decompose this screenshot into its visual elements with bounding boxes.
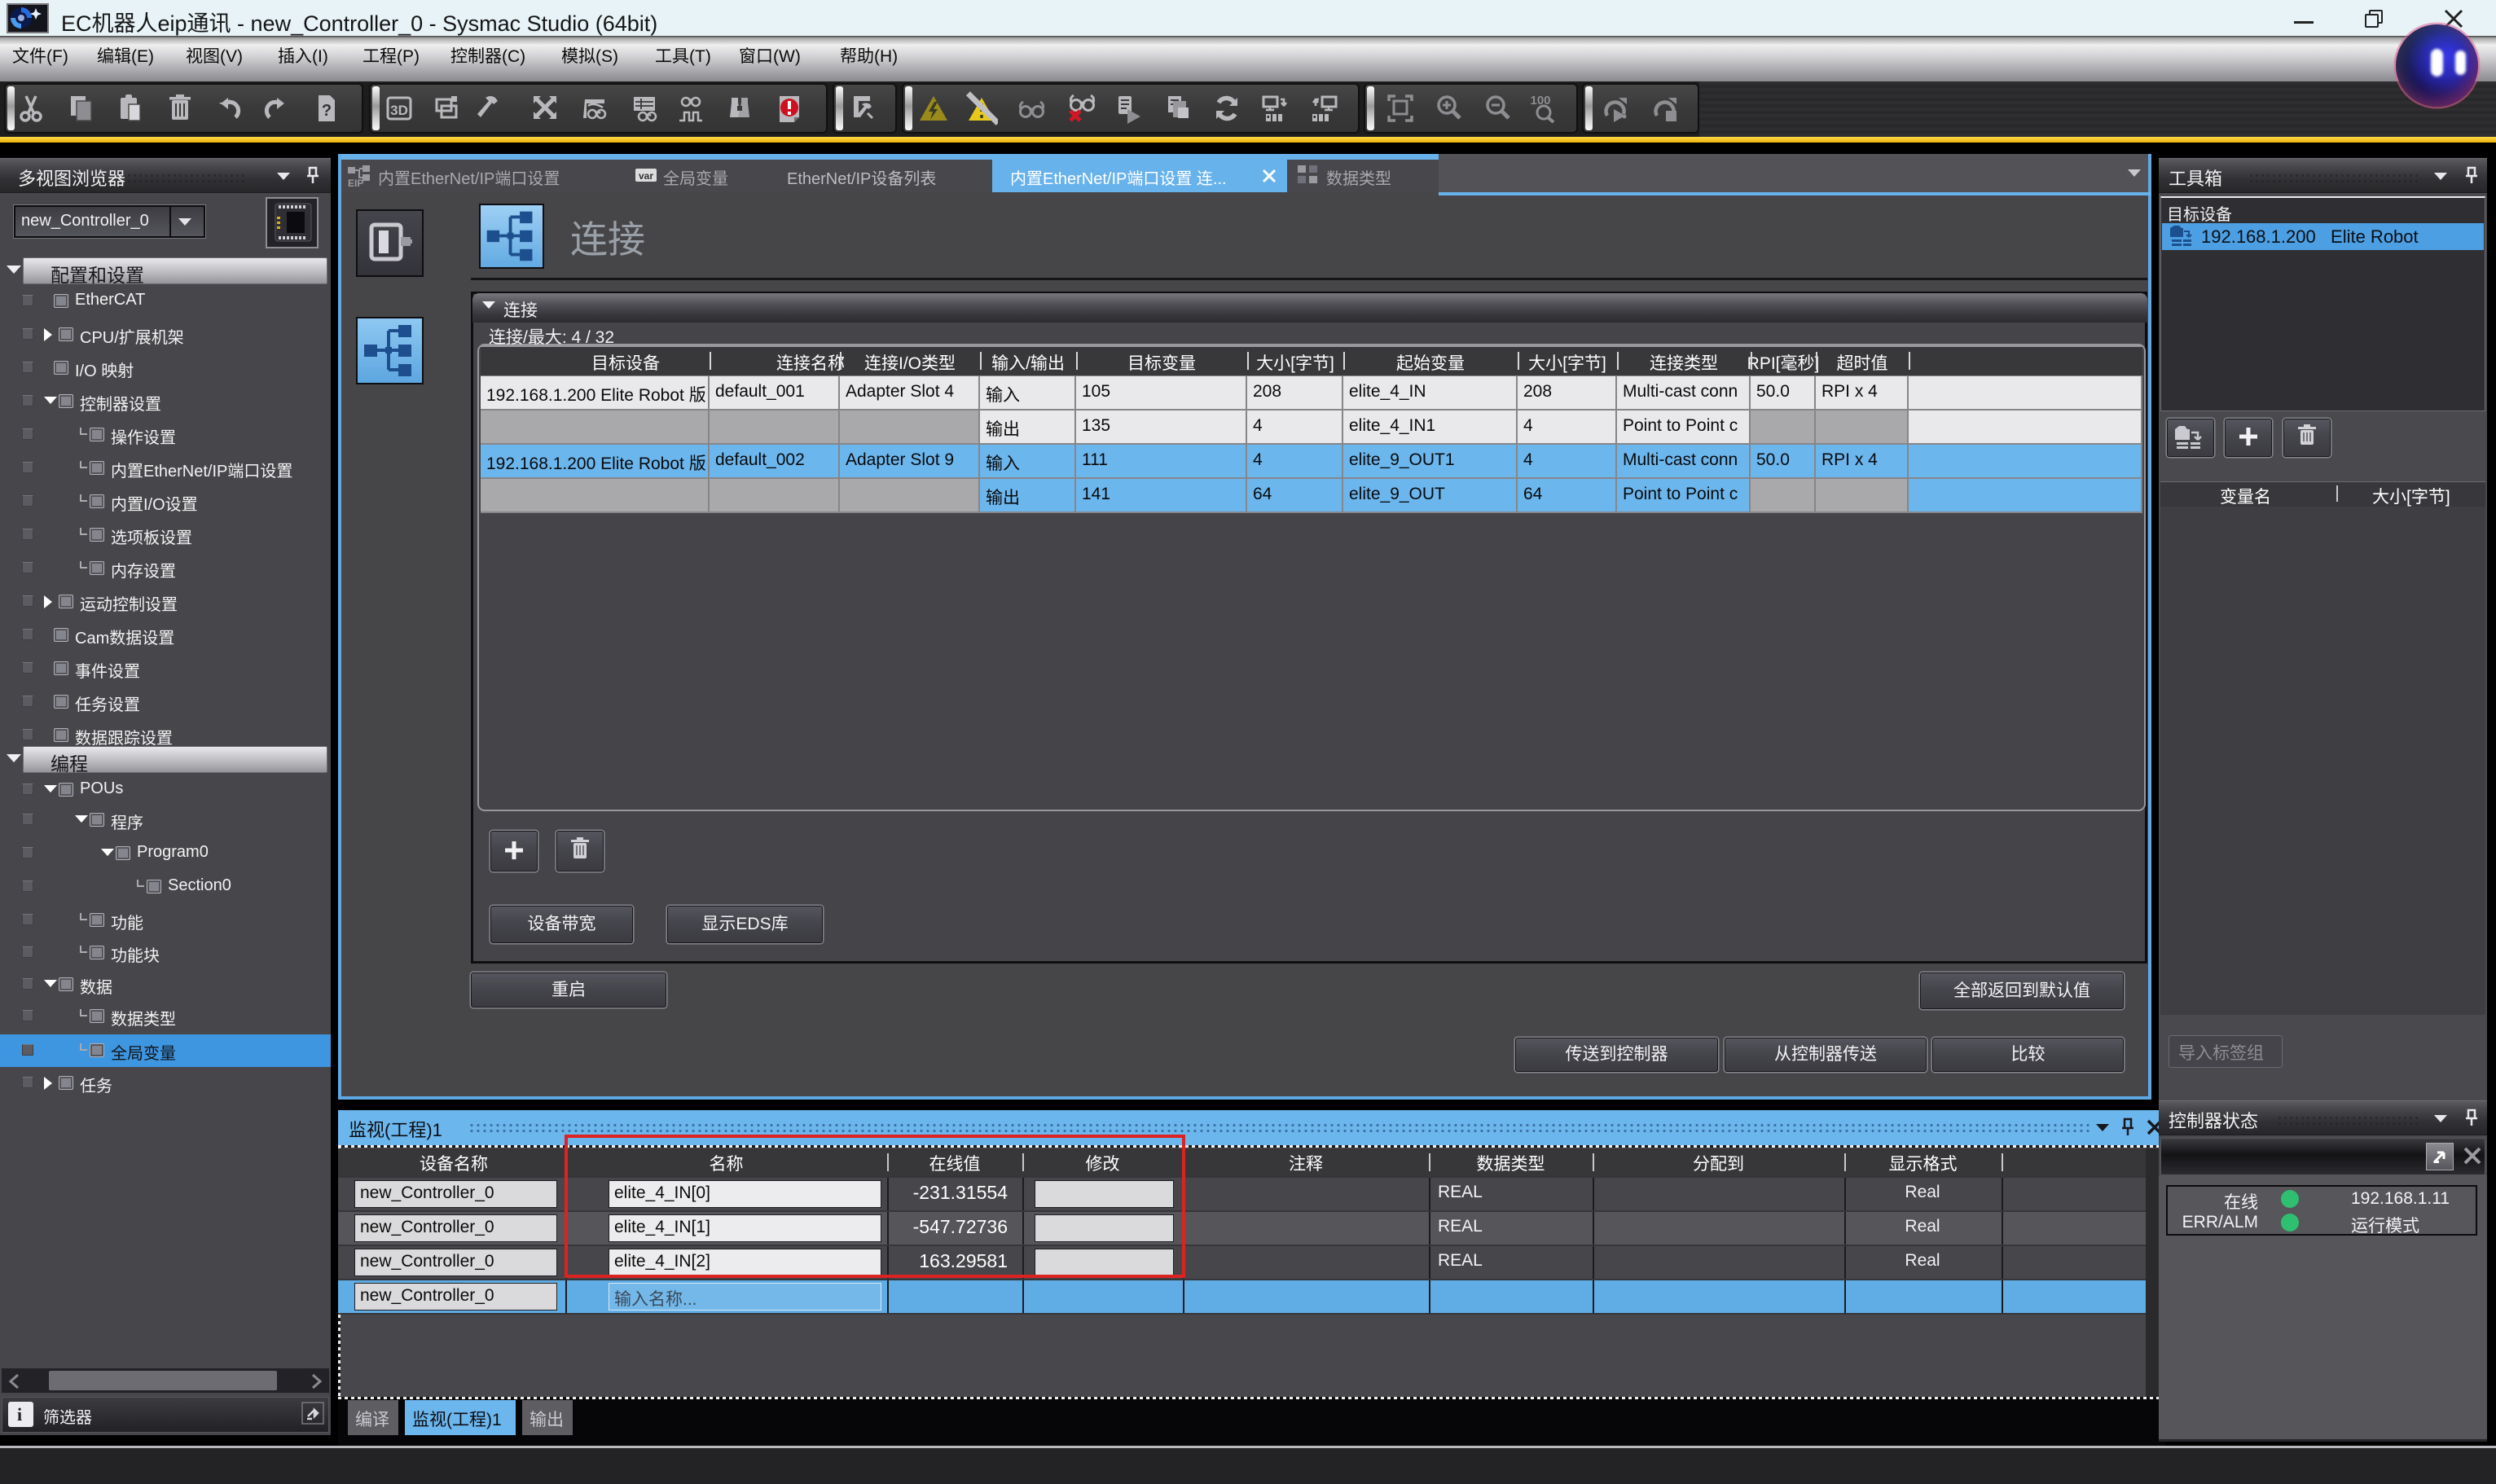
- svg-text:3D: 3D: [390, 103, 408, 118]
- svg-text:?: ?: [322, 102, 332, 120]
- svg-text:var: var: [639, 170, 653, 182]
- svg-text:EIP: EIP: [348, 178, 363, 188]
